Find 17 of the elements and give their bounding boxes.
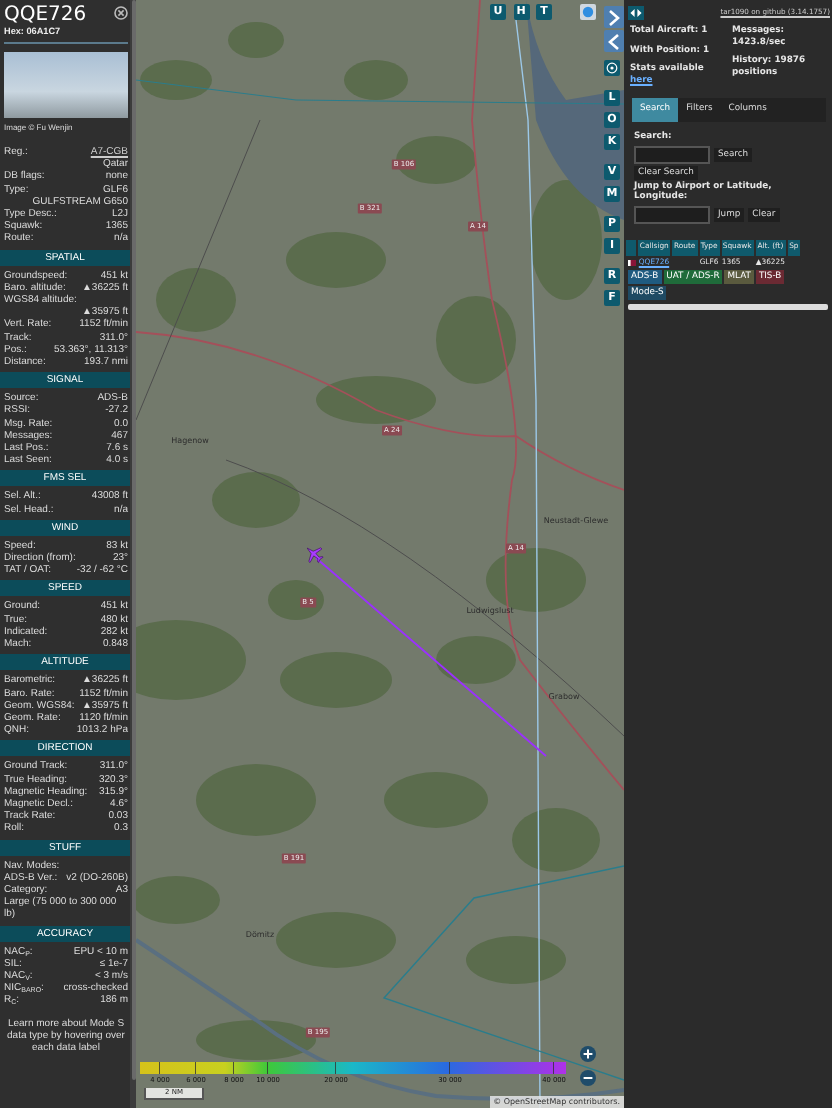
settings-icon[interactable] xyxy=(604,60,620,76)
panel-toggle-icon[interactable] xyxy=(628,6,644,20)
chevron-right-icon xyxy=(608,9,620,25)
callsign-title: QQE726 xyxy=(4,4,87,26)
zoom-out-button[interactable] xyxy=(580,1070,596,1086)
flag-icon xyxy=(627,259,636,265)
photo-placeholder xyxy=(4,52,128,118)
chevron-left-icon xyxy=(608,33,620,49)
search-field[interactable] xyxy=(634,145,710,163)
horizontal-scrollbar[interactable] xyxy=(628,304,828,310)
collapse-button[interactable] xyxy=(604,30,624,52)
zoom-in-button[interactable] xyxy=(580,1046,596,1062)
close-icon[interactable] xyxy=(114,6,128,20)
jump-field[interactable] xyxy=(634,205,710,223)
aircraft-icon[interactable] xyxy=(304,544,324,564)
scrollbar-thumb[interactable] xyxy=(131,0,135,1080)
expand-button[interactable] xyxy=(604,6,624,28)
